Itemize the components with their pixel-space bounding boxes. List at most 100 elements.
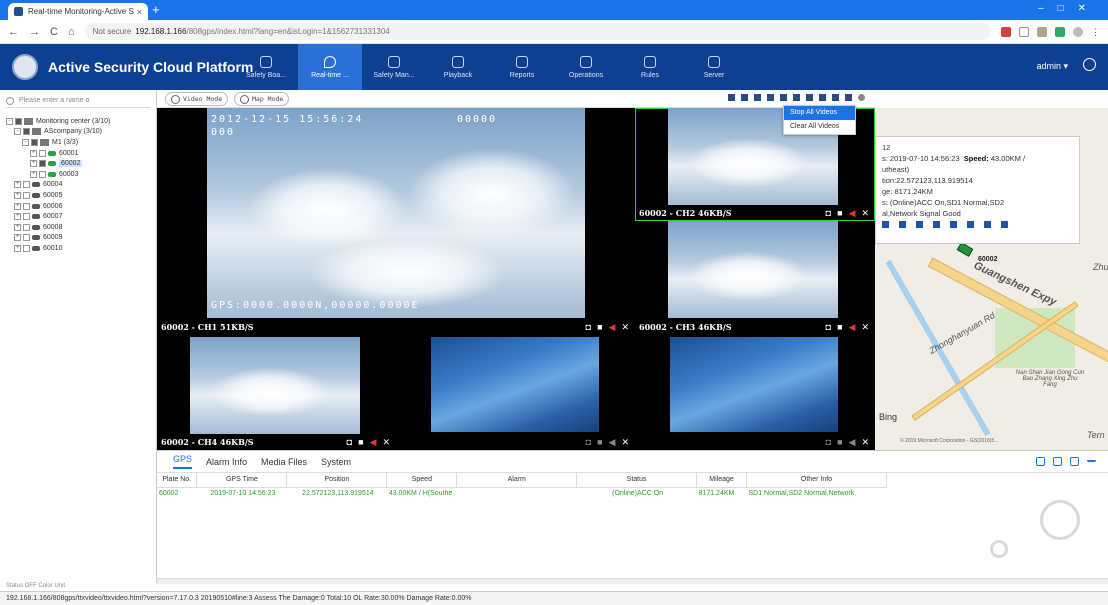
audio-icon[interactable]: ◀	[849, 438, 856, 447]
camera-icon[interactable]: ◘	[347, 438, 352, 447]
tree-node[interactable]: - AScompany (3/10)	[6, 127, 150, 138]
layout-6-icon[interactable]	[754, 94, 761, 101]
menu-server[interactable]: Server	[682, 44, 746, 90]
layout-16-icon[interactable]	[793, 94, 800, 101]
checkbox[interactable]	[23, 244, 30, 252]
tree-node-vehicle[interactable]: +60007	[6, 211, 150, 222]
col-alarm[interactable]: Alarm	[456, 473, 578, 488]
more-icon[interactable]: ⋮	[1091, 27, 1100, 37]
history-icon[interactable]	[1001, 221, 1008, 228]
video-cell-empty[interactable]: ◘ ■ ◀ ✕	[396, 335, 635, 450]
expand-icon[interactable]: +	[30, 149, 37, 157]
window-controls[interactable]: –□✕	[1038, 3, 1100, 14]
audio-icon[interactable]: ◀	[849, 209, 856, 218]
device-icon[interactable]	[882, 221, 889, 228]
user-menu[interactable]: admin ▾	[1036, 61, 1068, 72]
tool-icon[interactable]	[967, 221, 974, 228]
close-icon[interactable]: ✕	[861, 438, 869, 447]
document-icon[interactable]	[984, 221, 991, 228]
col-status[interactable]: Status	[576, 473, 698, 488]
tab-alarm-info[interactable]: Alarm Info	[206, 457, 247, 467]
fullscreen-icon[interactable]	[806, 94, 813, 101]
expand-icon[interactable]: +	[14, 191, 21, 199]
close-icon[interactable]: ✕	[861, 209, 869, 218]
power-icon[interactable]	[1083, 58, 1096, 71]
profile-icon[interactable]	[1073, 26, 1083, 37]
minimize-icon[interactable]	[1087, 457, 1096, 462]
extension-icon[interactable]	[1037, 26, 1047, 37]
home-icon[interactable]: ⌂	[68, 26, 75, 38]
expand-icon[interactable]: +	[30, 160, 37, 168]
expand-icon[interactable]: +	[14, 202, 21, 210]
snapshot-icon[interactable]	[916, 221, 923, 228]
horizontal-scrollbar[interactable]	[157, 578, 1108, 584]
menu-real-time[interactable]: Real-time ...	[298, 44, 362, 90]
stop-icon[interactable]: ■	[837, 323, 842, 332]
tree-node[interactable]: - Monitoring center (3/10)	[6, 116, 150, 127]
tab-media-files[interactable]: Media Files	[261, 457, 307, 467]
tree-node-vehicle[interactable]: +60009	[6, 233, 150, 244]
tree-node-vehicle[interactable]: +60005	[6, 190, 150, 201]
checkbox[interactable]	[23, 191, 30, 199]
video-cell-empty[interactable]: ◘ ■ ◀ ✕	[635, 335, 875, 450]
clear-icon[interactable]	[1070, 457, 1079, 466]
checkbox[interactable]	[39, 160, 46, 168]
track-icon[interactable]	[899, 221, 906, 228]
tree-node-vehicle[interactable]: +60004	[6, 180, 150, 191]
table-row[interactable]: 60002 2019-07-10 14:56:23 22.572123,113.…	[157, 487, 887, 499]
checkbox[interactable]	[31, 138, 38, 146]
expand-icon[interactable]: +	[14, 244, 21, 252]
browser-tab[interactable]: Real-time Monitoring-Active S ×	[8, 3, 148, 20]
video-mode-button[interactable]: Video Mode	[165, 92, 229, 106]
audio-icon[interactable]: ◀	[609, 438, 616, 447]
map-mode-button[interactable]: Map Mode	[234, 92, 290, 106]
video-cell-ch4[interactable]: 60002 - CH4 46KB/S ◘ ■ ◀ ✕	[157, 335, 396, 450]
layout-4-icon[interactable]	[741, 94, 748, 101]
expand-icon[interactable]: +	[14, 234, 21, 242]
expand-icon[interactable]: +	[14, 223, 21, 231]
search-input[interactable]: Please enter a name o	[6, 94, 150, 108]
col-gps-time[interactable]: GPS Time	[196, 473, 288, 488]
close-icon[interactable]: ✕	[382, 438, 390, 447]
collapse-icon[interactable]: -	[22, 138, 29, 146]
checkbox[interactable]	[15, 117, 22, 125]
tree-node-vehicle[interactable]: +60003	[6, 169, 150, 180]
stop-icon[interactable]: ■	[837, 209, 842, 218]
collapse-icon[interactable]: -	[6, 117, 13, 125]
refresh-icon[interactable]	[1053, 457, 1062, 466]
menu-rules[interactable]: Rules	[618, 44, 682, 90]
layout-8-icon[interactable]	[767, 94, 774, 101]
clear-all-videos-item[interactable]: Clear All Videos	[784, 120, 855, 134]
checkbox[interactable]	[39, 170, 46, 178]
record-icon[interactable]	[845, 94, 852, 101]
camera-icon[interactable]: ◘	[826, 323, 831, 332]
tree-node-vehicle[interactable]: +60002	[6, 158, 150, 169]
menu-reports[interactable]: Reports	[490, 44, 554, 90]
camera-icon[interactable]: ◘	[826, 438, 831, 447]
more-icon[interactable]	[950, 221, 957, 228]
video-cell-ch3[interactable]: 60002 - CH3 46KB/S ◘ ■ ◀ ✕	[635, 221, 875, 335]
checkbox[interactable]	[23, 213, 30, 221]
layout-9-icon[interactable]	[780, 94, 787, 101]
expand-icon[interactable]: +	[14, 181, 21, 189]
stop-icon[interactable]: ■	[597, 323, 602, 332]
collapse-icon[interactable]: -	[14, 128, 21, 136]
tree-node-vehicle[interactable]: +60006	[6, 201, 150, 212]
col-plate[interactable]: Plate No.	[157, 473, 198, 488]
audio-icon[interactable]: ◀	[849, 323, 856, 332]
checkbox[interactable]	[39, 149, 46, 157]
close-tab-icon[interactable]: ×	[137, 7, 142, 17]
camera-icon[interactable]: ◘	[826, 209, 831, 218]
url-field[interactable]: Not secure 192.168.1.166/808gps/index.ht…	[84, 23, 991, 40]
star-icon[interactable]	[1019, 26, 1029, 37]
close-icon[interactable]: ✕	[861, 323, 869, 332]
tree-node-vehicle[interactable]: +60001	[6, 148, 150, 159]
layout-1-icon[interactable]	[728, 94, 735, 101]
tree-node-vehicle[interactable]: +60010	[6, 243, 150, 254]
expand-icon[interactable]: +	[14, 213, 21, 221]
settings-icon[interactable]	[858, 94, 865, 101]
stop-icon[interactable]: ■	[597, 438, 602, 447]
camera-icon[interactable]: ◘	[586, 323, 591, 332]
close-icon[interactable]: ✕	[621, 438, 629, 447]
checkbox[interactable]	[23, 202, 30, 210]
